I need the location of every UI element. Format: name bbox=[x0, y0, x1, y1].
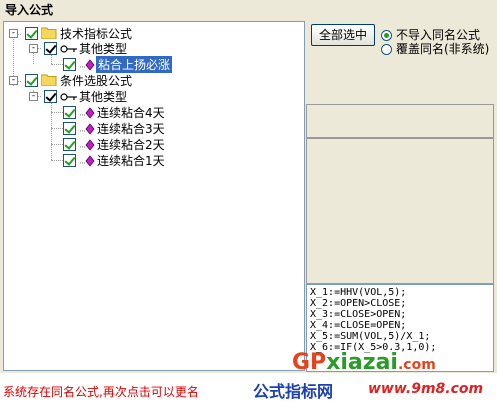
radio-overwrite[interactable] bbox=[381, 44, 392, 55]
formula-icon bbox=[80, 59, 95, 71]
code-line: X_3:=CLOSE>OPEN; bbox=[310, 309, 407, 320]
checkbox-subgroup-1[interactable] bbox=[44, 42, 57, 55]
tree-guide bbox=[51, 160, 63, 161]
expander-subgroup-1[interactable]: - bbox=[29, 44, 38, 53]
tree-guide bbox=[51, 64, 63, 65]
radio-no-import-label[interactable]: 不导入同名公式 bbox=[396, 28, 480, 42]
tree-guide bbox=[51, 112, 63, 113]
radio-overwrite-label[interactable]: 覆盖同名(非系统) bbox=[396, 42, 489, 56]
tree-item[interactable]: 连续粘合2天 bbox=[97, 136, 165, 153]
tree-guide bbox=[51, 54, 52, 64]
tree-item[interactable]: 连续粘合3天 bbox=[97, 120, 165, 137]
tree-guide bbox=[51, 102, 52, 160]
description-panel bbox=[306, 138, 494, 284]
code-line: X_1:=HHV(VOL,5); bbox=[310, 287, 407, 298]
tree-group-label[interactable]: 条件选股公式 bbox=[60, 72, 132, 89]
checkbox-group-2[interactable] bbox=[25, 74, 38, 87]
tree-item[interactable]: 连续粘合1天 bbox=[97, 152, 165, 169]
checkbox-formula[interactable] bbox=[63, 138, 76, 151]
window-title: 导入公式 bbox=[5, 3, 54, 17]
tree-item[interactable]: 连续粘合4天 bbox=[97, 104, 165, 121]
tree-guide bbox=[51, 128, 63, 129]
tree-guide bbox=[51, 144, 63, 145]
formula-icon bbox=[80, 155, 95, 167]
watermark-gpxiazai: GPxiazai.com bbox=[292, 350, 436, 375]
checkbox-subgroup-2[interactable] bbox=[44, 90, 57, 103]
expander-group-1[interactable]: - bbox=[9, 29, 18, 38]
tree-subgroup-label[interactable]: 其他类型 bbox=[79, 40, 127, 57]
formula-icon bbox=[80, 107, 95, 119]
checkbox-formula[interactable] bbox=[63, 122, 76, 135]
watermark-com: .com bbox=[397, 357, 436, 373]
code-line: X_2:=OPEN>CLOSE; bbox=[310, 298, 407, 309]
radio-no-import[interactable] bbox=[381, 30, 392, 41]
status-message: 系统存在同名公式,再次点击可以更名 bbox=[3, 385, 199, 399]
key-icon bbox=[60, 93, 77, 101]
code-line: X_4:=CLOSE=OPEN; bbox=[310, 320, 407, 331]
checkbox-formula[interactable] bbox=[63, 58, 76, 71]
checkbox-group-1[interactable] bbox=[25, 27, 38, 40]
expander-group-2[interactable]: - bbox=[9, 76, 18, 85]
formula-icon bbox=[80, 123, 95, 135]
code-line: X_5:=SUM(VOL,5)/X_1; bbox=[310, 331, 431, 342]
expander-subgroup-2[interactable]: - bbox=[29, 92, 38, 101]
info-panel bbox=[306, 104, 494, 138]
tree-item-selected[interactable]: 粘合上扬必涨 bbox=[96, 56, 173, 73]
watermark-site-name: 公式指标网 bbox=[253, 382, 334, 401]
formula-icon bbox=[80, 139, 95, 151]
watermark-gp: GP bbox=[292, 350, 327, 375]
watermark-site-url: www.9m8.com bbox=[368, 381, 484, 397]
folder-icon bbox=[41, 27, 57, 39]
checkbox-formula[interactable] bbox=[63, 154, 76, 167]
checkbox-formula[interactable] bbox=[63, 106, 76, 119]
title-bar bbox=[0, 0, 497, 20]
formula-tree[interactable]: - 技术指标公式 - 其他类型 粘合上扬必涨 - 条件选股公式 - 其他类型 连… bbox=[3, 21, 305, 371]
watermark-xiazai: xiazai bbox=[326, 350, 398, 375]
select-all-button[interactable]: 全部选中 bbox=[311, 24, 375, 46]
tree-subgroup-label[interactable]: 其他类型 bbox=[79, 88, 127, 105]
folder-icon bbox=[41, 74, 57, 86]
key-icon bbox=[60, 45, 77, 53]
